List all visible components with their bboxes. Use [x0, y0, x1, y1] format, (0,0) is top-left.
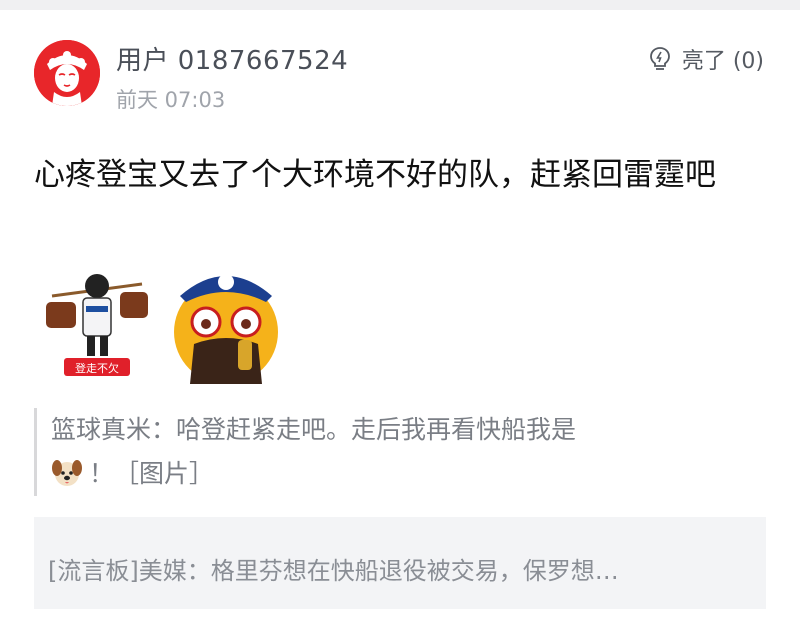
repost-card[interactable]: [流言板]美媒：格里芬想在快船退役被交易，保罗想…	[34, 517, 766, 609]
sticker-caption: 登走不欠	[75, 361, 119, 375]
light-button[interactable]: 亮了 (0)	[648, 44, 764, 74]
quoted-comment-text: 篮球真米：哈登赶紧走吧。走后我再看快船我是	[51, 415, 577, 444]
opera-mask-avatar-icon	[34, 40, 100, 106]
post-image-1[interactable]: 登走不欠	[42, 262, 152, 384]
sticker-crying-face-icon	[166, 262, 286, 384]
repost-text: [流言板]美媒：格里芬想在快船退役被交易，保罗想…	[48, 557, 619, 585]
quoted-comment[interactable]: 篮球真米：哈登赶紧走吧。走后我再看快船我是 ！［图片］	[34, 408, 751, 496]
post-timestamp: 前天 07:03	[116, 88, 226, 112]
post-image-2[interactable]	[166, 262, 286, 384]
avatar[interactable]	[34, 40, 100, 106]
username[interactable]: 用户 0187667524	[116, 40, 348, 77]
quoted-comment-tail: ！［图片］	[89, 459, 215, 488]
lightbulb-icon	[649, 47, 670, 70]
post-content: 心疼登宝又去了个大环境不好的队，赶紧回雷霆吧	[34, 157, 716, 193]
sticker-carrying-bags-icon: 登走不欠	[42, 262, 152, 384]
dog-face-emoji-icon	[52, 460, 82, 486]
light-count-label: 亮了 (0)	[681, 49, 764, 74]
top-divider	[0, 0, 800, 10]
